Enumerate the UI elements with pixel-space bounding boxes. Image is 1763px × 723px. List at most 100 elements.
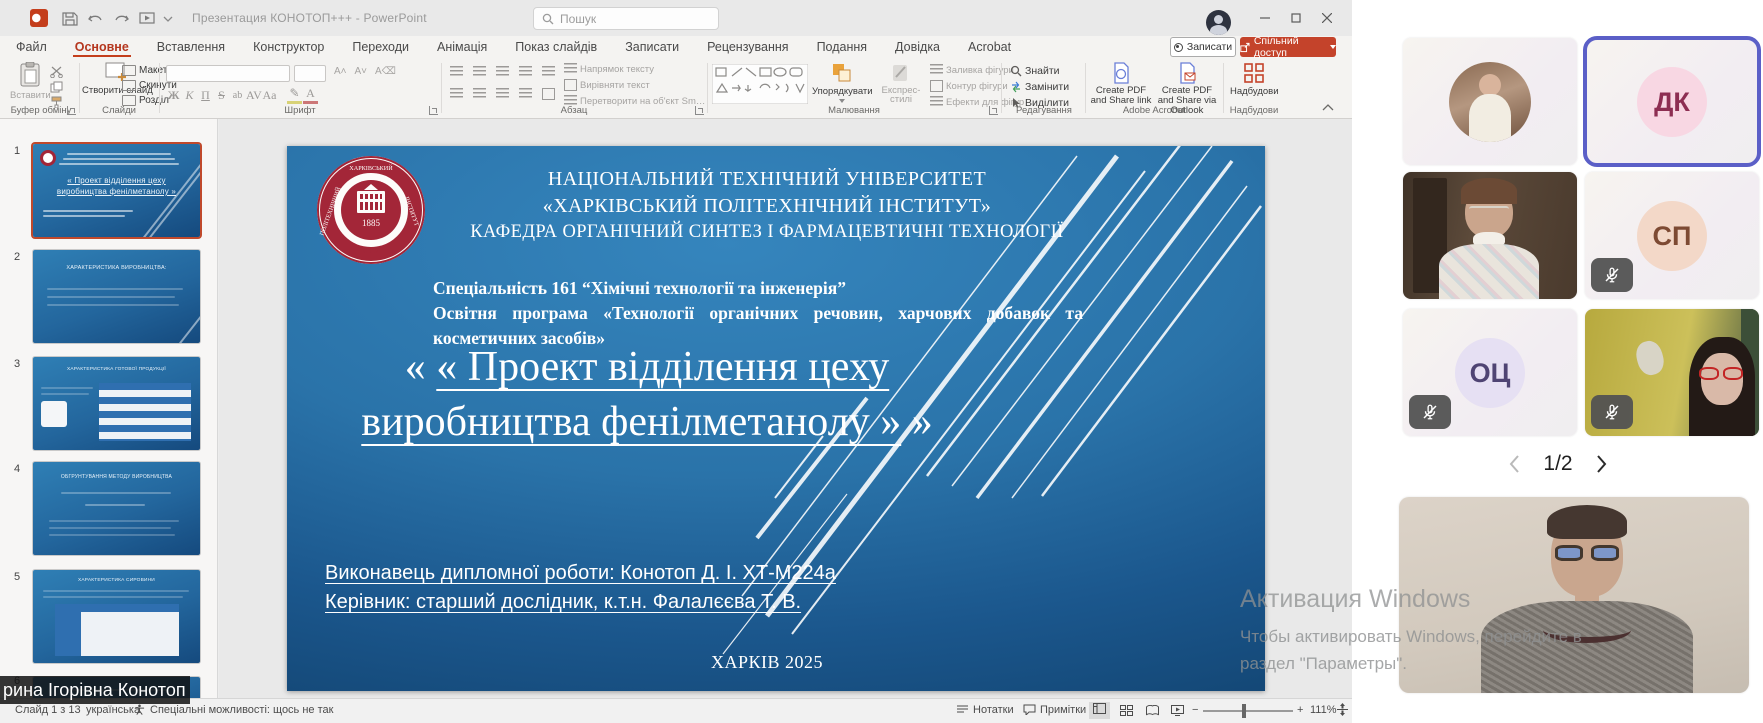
zoom-out-button[interactable]: −	[1192, 704, 1198, 716]
paragraph-dialog-launcher[interactable]	[695, 106, 704, 115]
font-dialog-launcher[interactable]	[429, 106, 438, 115]
character-spacing-button[interactable]: AV	[246, 88, 261, 103]
find-button[interactable]: Знайти	[1010, 65, 1060, 77]
copy-button[interactable]	[50, 81, 63, 93]
university-line-2[interactable]: «ХАРКІВСЬКИЙ ПОЛІТЕХНІЧНИЙ ІНСТИТУТ»	[417, 195, 1117, 218]
bullets-icon[interactable]	[450, 66, 463, 78]
share-button[interactable]: Спільний доступ	[1240, 37, 1336, 57]
underline-button[interactable]: П	[198, 88, 213, 103]
next-page-icon[interactable]	[1595, 454, 1609, 474]
account-avatar[interactable]	[1206, 10, 1231, 35]
slide-thumbnail-1[interactable]: « Проект відділення цеху виробництва фен…	[33, 144, 200, 237]
increase-indent-icon[interactable]	[519, 66, 532, 78]
slide-title[interactable]: « « Проект відділення цеху виробництва ф…	[297, 340, 997, 450]
accessibility-status[interactable]: Спеціальні можливості: щось не так	[150, 704, 333, 716]
start-slideshow-icon[interactable]	[139, 12, 155, 26]
change-case-button[interactable]: Aa	[262, 88, 277, 103]
record-button[interactable]: Записати	[1170, 37, 1236, 57]
redo-icon[interactable]	[113, 12, 129, 26]
qat-more-icon[interactable]	[163, 12, 173, 26]
tab-help[interactable]: Довідка	[893, 38, 942, 58]
university-line-3[interactable]: КАФЕДРА ОРГАНІЧНИЙ СИНТЕЗ І ФАРМАЦЕВТИЧН…	[417, 222, 1117, 243]
participant-tile-video-2[interactable]	[1585, 309, 1759, 436]
slideshow-view-button[interactable]	[1171, 705, 1184, 719]
text-shadow-button[interactable]: ab	[230, 90, 245, 101]
numbering-icon[interactable]	[473, 66, 486, 78]
italic-button[interactable]: К	[182, 88, 197, 103]
align-left-icon[interactable]	[450, 88, 463, 100]
tab-transitions[interactable]: Переходи	[350, 38, 411, 58]
reading-view-button[interactable]	[1146, 705, 1159, 719]
paste-button[interactable]: Вставити	[10, 62, 51, 101]
speaker-tile[interactable]	[1399, 497, 1749, 693]
slide-canvas[interactable]: 1885 НТУ ХАРКІВСЬКИЙ ПОЛІТЕХНІЧНИЙ ІНСТИ…	[287, 146, 1265, 691]
shape-outline-button[interactable]: Контур фігури	[930, 80, 1008, 92]
participant-tile-oc[interactable]: ОЦ	[1403, 309, 1577, 436]
grow-font-button[interactable]: A˄	[334, 66, 347, 77]
tab-animations[interactable]: Анімація	[435, 38, 489, 58]
participant-tile-video-1[interactable]	[1403, 172, 1577, 299]
collapse-ribbon-icon[interactable]	[1322, 103, 1334, 111]
slide-thumbnail-5[interactable]: ХАРАКТЕРИСТИКА СИРОВИНИ	[33, 570, 200, 663]
tab-acrobat[interactable]: Acrobat	[966, 38, 1013, 58]
slide-thumbnail-2[interactable]: ХАРАКТЕРИСТИКА ВИРОБНИЦТВА:	[33, 250, 200, 343]
tab-record[interactable]: Записати	[623, 38, 681, 58]
tab-home[interactable]: Основне	[73, 38, 131, 58]
city-year[interactable]: ХАРКІВ 2025	[287, 652, 1247, 673]
previous-page-icon[interactable]	[1507, 454, 1521, 474]
minimize-button[interactable]	[1252, 8, 1278, 28]
tab-review[interactable]: Рецензування	[705, 38, 790, 58]
fit-slide-button[interactable]	[1336, 703, 1349, 719]
highlight-color-button[interactable]: ✎	[287, 86, 302, 104]
notes-button[interactable]: Нотатки	[956, 704, 1014, 718]
font-size-box[interactable]	[294, 65, 326, 82]
strikethrough-button[interactable]: S	[214, 88, 229, 103]
zoom-in-button[interactable]: +	[1297, 704, 1303, 716]
zoom-slider-handle[interactable]	[1242, 704, 1246, 718]
slide-sorter-button[interactable]	[1120, 705, 1133, 719]
quick-styles-button[interactable]: Експрес-стилі	[878, 62, 924, 104]
columns-icon[interactable]	[542, 88, 555, 100]
clear-formatting-button[interactable]: A⌫	[375, 66, 396, 77]
text-direction-button[interactable]: Напрямок тексту	[564, 63, 654, 75]
tab-slideshow[interactable]: Показ слайдів	[513, 38, 599, 58]
line-spacing-icon[interactable]	[542, 66, 555, 78]
align-right-icon[interactable]	[496, 88, 509, 100]
decrease-indent-icon[interactable]	[496, 66, 509, 78]
cut-button[interactable]	[50, 66, 63, 78]
create-pdf-link-button[interactable]: Create PDF and Share link	[1090, 62, 1152, 106]
close-button[interactable]	[1314, 8, 1340, 28]
addins-button[interactable]: Надбудови	[1230, 62, 1279, 97]
arrange-button[interactable]: Упорядкувати	[812, 62, 873, 103]
justify-icon[interactable]	[519, 88, 532, 100]
shrink-font-button[interactable]: A˅	[355, 66, 368, 77]
shapes-gallery[interactable]	[712, 64, 808, 104]
university-line-1[interactable]: НАЦІОНАЛЬНИЙ ТЕХНІЧНИЙ УНІВЕРСИТЕТ	[417, 168, 1117, 191]
undo-icon[interactable]	[88, 12, 104, 26]
language-button[interactable]: українська	[86, 704, 140, 716]
slide-thumbnail-3[interactable]: ХАРАКТЕРИСТИКА ГОТОВОЇ ПРОДУКЦІЇ	[33, 357, 200, 450]
tab-design[interactable]: Конструктор	[251, 38, 326, 58]
university-logo[interactable]: 1885 НТУ ХАРКІВСЬКИЙ ПОЛІТЕХНІЧНИЙ ІНСТИ…	[315, 154, 427, 266]
clipboard-dialog-launcher[interactable]	[67, 106, 76, 115]
replace-button[interactable]: Замінити	[1010, 81, 1069, 93]
font-name-box[interactable]	[166, 65, 290, 82]
bold-button[interactable]: Ж	[166, 88, 181, 103]
tab-view[interactable]: Подання	[815, 38, 869, 58]
participant-tile-photo[interactable]	[1403, 38, 1577, 165]
normal-view-button[interactable]	[1089, 702, 1110, 719]
executor-block[interactable]: Виконавець дипломної роботи: Конотоп Д. …	[325, 559, 836, 617]
align-center-icon[interactable]	[473, 88, 486, 100]
comments-button[interactable]: Примітки	[1023, 704, 1086, 718]
slide-thumbnail-4[interactable]: ОБГРУНТУВАННЯ МЕТОДУ ВИРОБНИЦТВА	[33, 462, 200, 555]
font-color-button[interactable]: А	[303, 86, 318, 104]
zoom-level[interactable]: 111%	[1310, 704, 1337, 716]
participant-tile-dk[interactable]: ДК	[1585, 38, 1759, 165]
slide-editing-area[interactable]: 1885 НТУ ХАРКІВСЬКИЙ ПОЛІТЕХНІЧНИЙ ІНСТИ…	[219, 119, 1352, 698]
tab-file[interactable]: Файл	[14, 38, 49, 58]
zoom-slider[interactable]	[1203, 710, 1293, 712]
tab-insert[interactable]: Вставлення	[155, 38, 227, 58]
save-icon[interactable]	[62, 12, 78, 26]
participant-tile-sp[interactable]: СП	[1585, 172, 1759, 299]
align-text-button[interactable]: Вирівняти текст	[564, 79, 650, 91]
